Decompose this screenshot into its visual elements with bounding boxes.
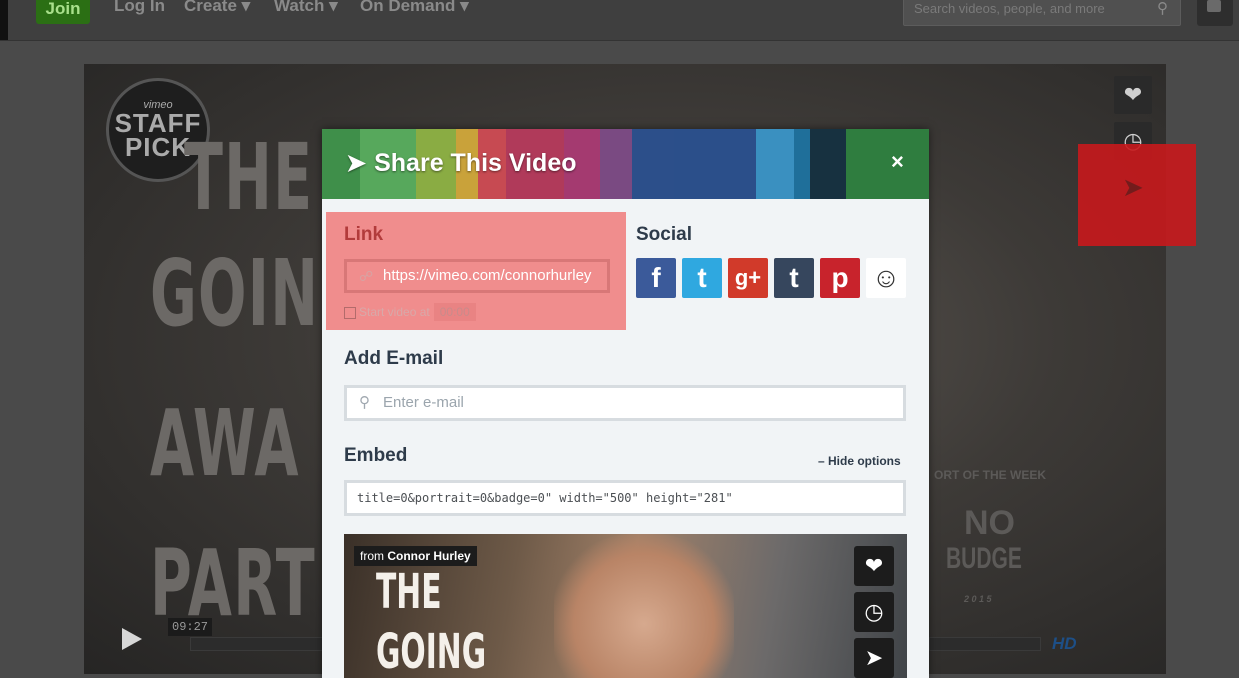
upload-button[interactable]: [1197, 0, 1233, 26]
header-stripe: [794, 129, 810, 199]
facebook-icon[interactable]: f: [636, 258, 676, 298]
modal-title-text: Share This Video: [374, 149, 577, 177]
poster-title-word: GOIN: [150, 240, 320, 347]
pinterest-icon[interactable]: p: [820, 258, 860, 298]
poster-logo-year: 2 0 1 5: [964, 594, 992, 604]
share-highlight[interactable]: ➤: [1078, 144, 1196, 246]
reddit-icon[interactable]: ☺: [866, 258, 906, 298]
header-stripe: [756, 129, 794, 199]
poster-title-word: AWA: [150, 390, 300, 497]
google-plus-icon[interactable]: g+: [728, 258, 768, 298]
search-icon: ⚲: [359, 394, 370, 411]
search-input[interactable]: Search videos, people, and more ⚲: [903, 0, 1181, 26]
header-stripe: [810, 129, 846, 199]
modal-title: ➤ Share This Video: [346, 149, 577, 178]
poster-logo-line2: BUDGE: [946, 542, 1022, 575]
upload-icon: [1207, 0, 1221, 12]
hd-toggle[interactable]: HD: [1052, 634, 1077, 654]
header-stripe: [846, 129, 929, 199]
progress-bar-right[interactable]: [929, 637, 1041, 651]
link-label: Link: [344, 224, 384, 245]
embed-label: Embed: [344, 445, 408, 466]
link-url-text: https://vimeo.com/connorhurley: [383, 267, 592, 284]
embed-preview[interactable]: from Connor Hurley THE GOING ❤ ◷ ➤: [344, 534, 907, 678]
preview-author-link[interactable]: Connor Hurley: [387, 549, 470, 563]
twitter-icon[interactable]: t: [682, 258, 722, 298]
embed-code-field[interactable]: title=0&portrait=0&badge=0" width="500" …: [344, 480, 906, 516]
search-icon[interactable]: ⚲: [1157, 0, 1168, 27]
top-nav: Join Log In Create ▾ Watch ▾ On Demand ▾…: [0, 0, 1239, 41]
poster-logo-line1: NO: [964, 504, 1015, 542]
email-placeholder: Enter e-mail: [383, 394, 464, 411]
preview-from-prefix: from: [360, 549, 388, 563]
link-url-field[interactable]: ☍ https://vimeo.com/connorhurley: [344, 259, 610, 293]
start-video-label: Start video at: [359, 305, 430, 319]
join-button[interactable]: Join: [36, 0, 90, 24]
tumblr-icon[interactable]: t: [774, 258, 814, 298]
start-video-checkbox[interactable]: [344, 306, 356, 319]
header-stripe: [632, 129, 674, 199]
preview-byline: from Connor Hurley: [354, 546, 477, 566]
share-modal: ➤ Share This Video × Link ☍ https://vimeo…: [322, 129, 929, 678]
add-email-label: Add E-mail: [344, 348, 444, 369]
header-stripe: [600, 129, 632, 199]
poster-caption: ORT OF THE WEEK: [934, 468, 1046, 482]
poster-title-word: THE: [184, 124, 314, 231]
progress-bar[interactable]: [190, 637, 324, 651]
link-icon: ☍: [359, 268, 374, 284]
watch-menu[interactable]: Watch ▾: [274, 0, 338, 16]
email-field[interactable]: ⚲ Enter e-mail: [344, 385, 906, 421]
preview-face-image: [554, 534, 734, 678]
nav-left-edge: [0, 0, 8, 40]
preview-title-word: GOING: [376, 624, 487, 678]
play-icon[interactable]: [122, 628, 142, 650]
preview-like-icon[interactable]: ❤: [854, 546, 894, 586]
like-icon[interactable]: ❤: [1114, 76, 1152, 114]
search-placeholder: Search videos, people, and more: [914, 1, 1105, 16]
start-time-field[interactable]: 00:00: [433, 303, 476, 321]
on-demand-menu[interactable]: On Demand ▾: [360, 0, 469, 16]
preview-title-word: THE: [376, 564, 442, 620]
preview-share-icon[interactable]: ➤: [854, 638, 894, 678]
header-stripe: [674, 129, 756, 199]
close-icon[interactable]: ×: [891, 149, 904, 175]
start-video-row: Start video at 00:00: [344, 303, 476, 321]
social-label: Social: [636, 224, 692, 245]
share-icon: ➤: [1122, 172, 1144, 202]
hide-options-link[interactable]: – Hide options: [818, 454, 901, 468]
preview-watch-later-icon[interactable]: ◷: [854, 592, 894, 632]
playback-time: 09:27: [168, 618, 213, 636]
paper-plane-icon: ➤: [346, 150, 367, 177]
create-menu[interactable]: Create ▾: [184, 0, 250, 16]
login-link[interactable]: Log In: [114, 0, 165, 16]
